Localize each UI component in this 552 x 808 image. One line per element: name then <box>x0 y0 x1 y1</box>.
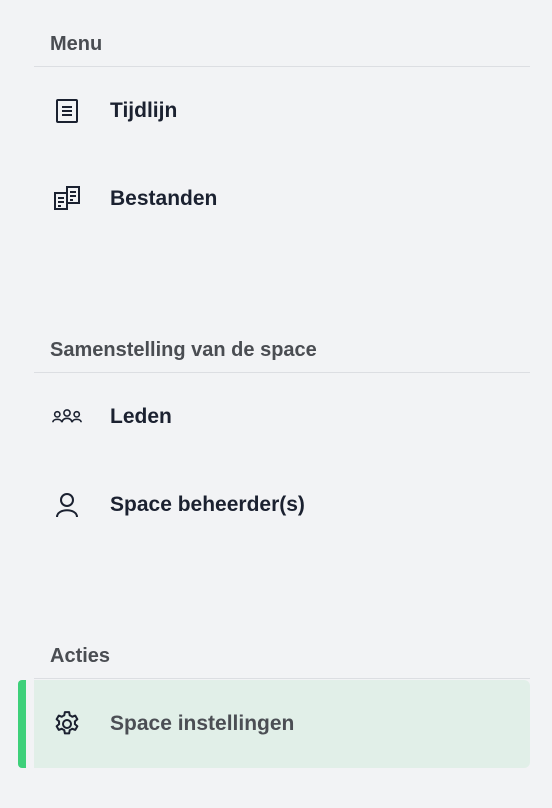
nav-item-label: Leden <box>110 405 172 428</box>
nav-item-label: Bestanden <box>110 187 218 210</box>
section-title-acties: Acties <box>50 645 111 667</box>
nav-item-space-beheerders[interactable]: Space beheerder(s) <box>34 461 530 549</box>
section-title-menu: Menu <box>50 33 103 55</box>
active-indicator <box>18 680 26 768</box>
sidebar-menu: Menu Tijdlijn Bestanden Samenstelling va… <box>0 0 552 808</box>
users-group-icon <box>52 402 82 432</box>
files-icon <box>52 184 82 214</box>
nav-item-label: Space beheerder(s) <box>110 493 305 516</box>
nav-item-space-instellingen[interactable]: Space instellingen <box>34 680 530 768</box>
nav-item-leden[interactable]: Leden <box>34 373 530 461</box>
section-title-samenstelling: Samenstelling van de space <box>50 339 317 361</box>
user-icon <box>52 490 82 520</box>
gear-icon <box>52 709 82 739</box>
nav-item-tijdlijn[interactable]: Tijdlijn <box>34 67 530 155</box>
nav-item-bestanden[interactable]: Bestanden <box>34 155 530 243</box>
section-divider <box>34 678 530 679</box>
document-list-icon <box>52 96 82 126</box>
nav-item-label: Tijdlijn <box>110 99 178 122</box>
nav-item-label: Space instellingen <box>110 712 295 735</box>
